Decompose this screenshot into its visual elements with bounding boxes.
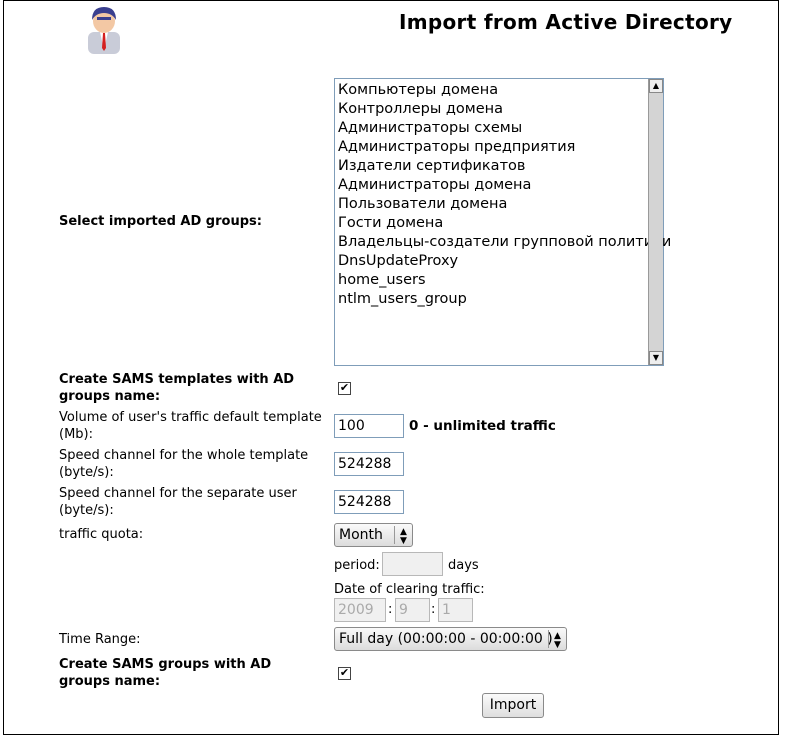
quota-select[interactable]: Month ▲ ▼ bbox=[334, 523, 413, 547]
speed-template-label: Speed channel for the whole template (by… bbox=[59, 448, 309, 480]
list-item[interactable]: Владельцы-создатели групповой политики bbox=[338, 233, 671, 252]
listbox-scrollbar[interactable]: ▲ ▼ bbox=[648, 79, 663, 365]
checkmark-icon: ✔ bbox=[339, 381, 350, 394]
clear-day-input[interactable]: 1 bbox=[438, 598, 473, 622]
list-item[interactable]: Пользователи домена bbox=[338, 195, 645, 214]
clear-date-label: Date of clearing traffic: bbox=[334, 582, 485, 597]
speed-template-input[interactable]: 524288 bbox=[334, 452, 404, 476]
scroll-up-icon[interactable]: ▲ bbox=[649, 79, 663, 93]
list-item[interactable]: Контроллеры домена bbox=[338, 100, 645, 119]
quota-label: traffic quota: bbox=[59, 527, 144, 542]
ad-groups-list: Компьютеры домена Контроллеры домена Адм… bbox=[335, 79, 671, 365]
list-item[interactable]: Администраторы предприятия bbox=[338, 138, 645, 157]
clear-month-input[interactable]: 9 bbox=[395, 598, 430, 622]
groups-label: Select imported AD groups: bbox=[59, 214, 262, 229]
ad-groups-listbox[interactable]: Компьютеры домена Контроллеры домена Адм… bbox=[334, 78, 671, 366]
date-separator: : bbox=[431, 602, 436, 617]
time-range-select-value: Full day (00:00:00 - 00:00:00 ) bbox=[339, 631, 553, 647]
create-templates-label: Create SAMS templates with AD groups nam… bbox=[59, 372, 295, 404]
scroll-down-icon[interactable]: ▼ bbox=[649, 351, 663, 365]
list-item[interactable]: Администраторы схемы bbox=[338, 119, 645, 138]
period-label: period: bbox=[334, 558, 380, 573]
checkmark-icon: ✔ bbox=[339, 666, 350, 679]
list-item[interactable]: Компьютеры домена bbox=[338, 81, 645, 100]
create-groups-checkbox[interactable]: ✔ bbox=[338, 667, 351, 680]
list-item[interactable]: home_users bbox=[338, 271, 645, 290]
list-item[interactable]: Администраторы домена bbox=[338, 176, 645, 195]
quota-select-value: Month bbox=[339, 527, 383, 543]
volume-hint: 0 - unlimited traffic bbox=[409, 418, 556, 434]
volume-input[interactable]: 100 bbox=[334, 414, 404, 438]
list-item[interactable]: DnsUpdateProxy bbox=[338, 252, 645, 271]
period-input[interactable] bbox=[382, 552, 443, 576]
clear-year-input[interactable]: 2009 bbox=[334, 598, 386, 622]
list-item[interactable]: Издатели сертификатов bbox=[338, 157, 645, 176]
list-item[interactable]: Гости домена bbox=[338, 214, 645, 233]
date-separator: : bbox=[388, 602, 393, 617]
import-button[interactable]: Import bbox=[482, 693, 544, 718]
select-arrows-icon: ▲ ▼ bbox=[394, 526, 412, 546]
volume-label: Volume of user's traffic default templat… bbox=[59, 410, 322, 442]
create-groups-label: Create SAMS groups with AD groups name: bbox=[59, 657, 272, 689]
user-avatar-icon bbox=[88, 7, 120, 54]
create-templates-checkbox[interactable]: ✔ bbox=[338, 382, 351, 395]
days-label: days bbox=[448, 558, 479, 573]
list-item[interactable]: ntlm_users_group bbox=[338, 290, 645, 309]
time-range-select[interactable]: Full day (00:00:00 - 00:00:00 ) ▲ ▼ bbox=[334, 627, 567, 651]
speed-user-label: Speed channel for the separate user (byt… bbox=[59, 486, 297, 518]
select-arrows-icon: ▲ ▼ bbox=[548, 630, 566, 650]
time-range-label: Time Range: bbox=[59, 632, 141, 647]
speed-user-input[interactable]: 524288 bbox=[334, 490, 404, 514]
page-title: Import from Active Directory bbox=[399, 10, 733, 34]
